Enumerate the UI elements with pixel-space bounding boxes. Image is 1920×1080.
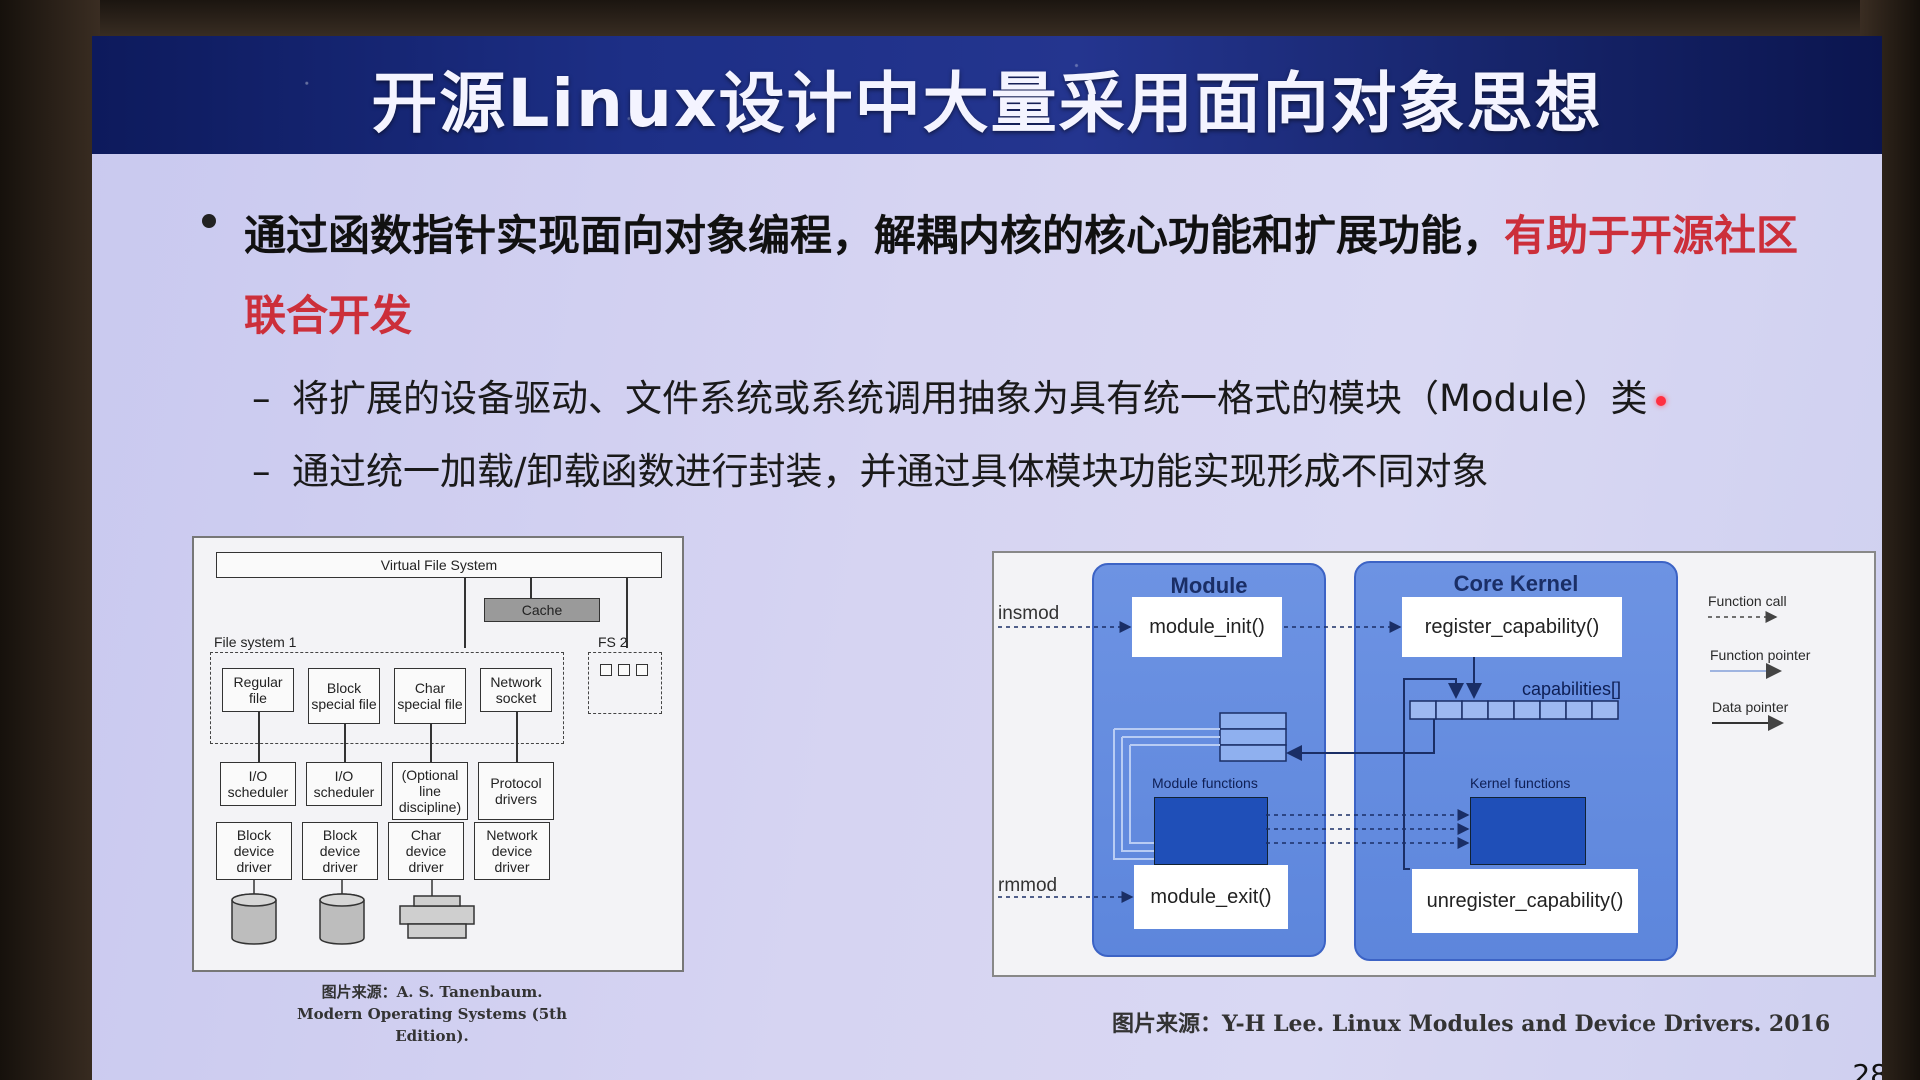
left-caption-line-2: Modern Operating Systems (5th Edition). bbox=[296, 1005, 567, 1045]
printer-icon bbox=[399, 895, 475, 939]
diagram-arrows bbox=[998, 611, 1784, 903]
array-to-module-arrow bbox=[1286, 719, 1435, 761]
sub-bullet-dash: – bbox=[252, 377, 271, 420]
module-kernel-diagram: Module Core Kernel insmod rmmod module_i… bbox=[992, 551, 1876, 977]
disk-icon bbox=[319, 893, 365, 945]
left-caption-line-1: 图片来源：A. S. Tanenbaum. bbox=[321, 983, 543, 1001]
sub-bullet-2: – 通过统一加载/卸载函数进行封装，并通过具体模块功能实现形成不同对象 bbox=[252, 441, 1488, 495]
module-struct-table bbox=[1219, 712, 1287, 762]
capabilities-array bbox=[1409, 700, 1619, 720]
left-caption: 图片来源：A. S. Tanenbaum. Modern Operating S… bbox=[282, 981, 582, 1047]
sub-bullet-dash: – bbox=[252, 450, 271, 493]
presentation-slide: 开源Linux设计中大量采用面向对象思想 通过函数指针实现面向对象编程，解耦内核… bbox=[92, 36, 1882, 1080]
slide-title: 开源Linux设计中大量采用面向对象思想 bbox=[371, 65, 1603, 142]
laser-pointer-dot bbox=[1656, 396, 1666, 406]
sub-bullet-1: – 将扩展的设备驱动、文件系统或系统调用抽象为具有统一格式的模块（Module）类 bbox=[252, 368, 1648, 422]
sub-bullet-text: 将扩展的设备驱动、文件系统或系统调用抽象为具有统一格式的模块（Module）类 bbox=[292, 377, 1648, 420]
main-bullet: 通过函数指针实现面向对象编程，解耦内核的核心功能和扩展功能，有助于开源社区联合开… bbox=[244, 196, 1804, 356]
disk-icon bbox=[231, 893, 277, 945]
room-background-left bbox=[0, 0, 100, 1080]
linux-io-diagram: Virtual File System Cache File system 1 … bbox=[192, 536, 684, 972]
nested-frames bbox=[1113, 728, 1220, 860]
title-banner: 开源Linux设计中大量采用面向对象思想 bbox=[92, 36, 1882, 154]
main-bullet-text: 通过函数指针实现面向对象编程，解耦内核的核心功能和扩展功能， bbox=[244, 211, 1505, 260]
device-icons bbox=[231, 880, 475, 945]
bullet-dot bbox=[202, 214, 216, 228]
page-number: 28 bbox=[1852, 1058, 1882, 1080]
right-caption: 图片来源：Y-H Lee. Linux Modules and Device D… bbox=[1112, 1011, 1831, 1037]
sub-bullet-text: 通过统一加载/卸载函数进行封装，并通过具体模块功能实现形成不同对象 bbox=[292, 450, 1489, 493]
room-background-top bbox=[0, 0, 1920, 40]
